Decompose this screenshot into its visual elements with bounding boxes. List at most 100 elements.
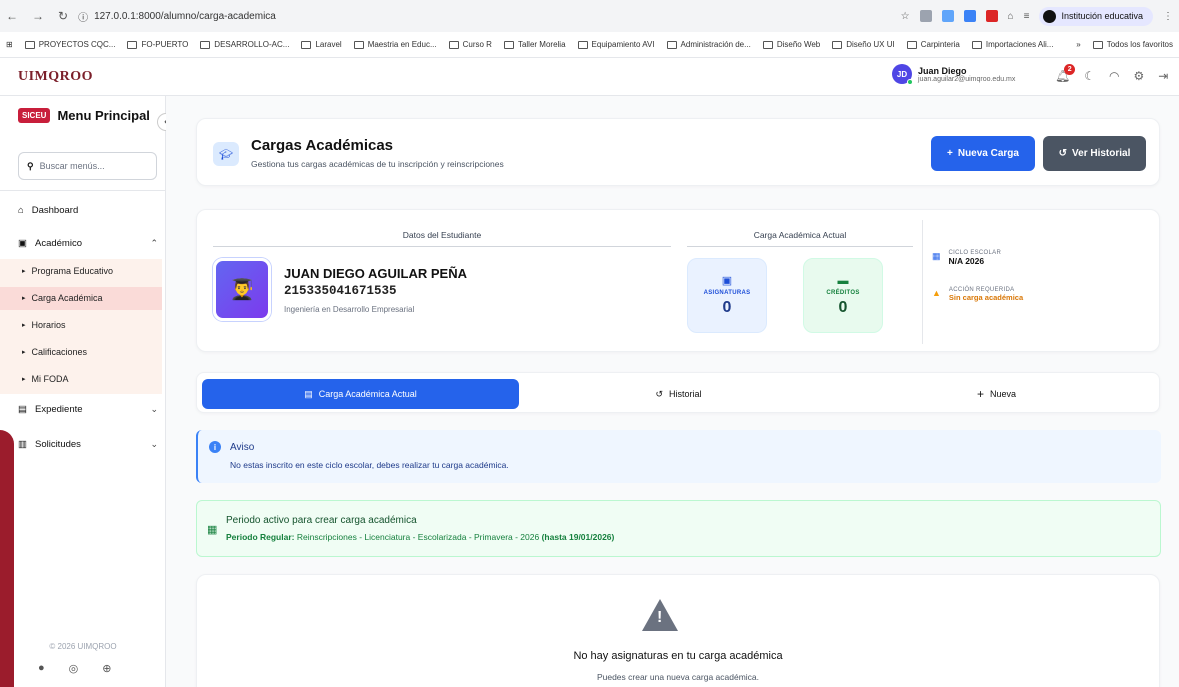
cycle-info: ▦ CICLO ESCOLAR N/A 2026 bbox=[932, 250, 1001, 266]
bookmark-item[interactable]: DESARROLLO-AC... bbox=[200, 40, 289, 49]
headset-icon[interactable]: ◠ bbox=[1109, 69, 1119, 83]
globe-icon[interactable]: ⊕ bbox=[102, 662, 111, 675]
credits-label: CRÉDITOS bbox=[826, 289, 860, 296]
sidebar-item-academico[interactable]: ▣ Académico ⌃ bbox=[18, 238, 158, 249]
bookmark-list: PROYECTOS CQC... FO-PUERTO DESARROLLO-AC..… bbox=[24, 40, 1053, 49]
browser-toolbar: ← → ↻ ⓘ 127.0.0.1:8000/alumno/carga-acad… bbox=[0, 0, 1179, 32]
sidebar-subitem-label: Horarios bbox=[31, 320, 66, 330]
clipboard-icon: ▥ bbox=[18, 439, 27, 450]
puzzle-icon[interactable]: ⌂ bbox=[1008, 11, 1014, 22]
tab-label: Nueva bbox=[990, 389, 1017, 399]
bookmark-item[interactable]: Laravel bbox=[301, 40, 342, 49]
divider bbox=[0, 190, 166, 191]
back-icon[interactable]: ← bbox=[6, 9, 18, 23]
bookmarks-more[interactable]: » bbox=[1076, 40, 1080, 49]
url-text: 127.0.0.1:8000/alumno/carga-academica bbox=[94, 10, 276, 22]
sidebar-subitem[interactable]: ▸ Horarios bbox=[22, 320, 66, 330]
address-bar[interactable]: ⓘ 127.0.0.1:8000/alumno/carga-academica bbox=[78, 9, 276, 24]
bookmark-item[interactable]: Carpinteria bbox=[906, 40, 960, 49]
bookmark-item[interactable]: FO-PUERTO bbox=[127, 40, 188, 49]
folder-icon bbox=[448, 40, 459, 49]
user-email: juan.aguilar2@uimqroo.edu.mx bbox=[918, 75, 1016, 83]
bookmark-item[interactable]: PROYECTOS CQC... bbox=[24, 40, 115, 49]
page-subtitle: Gestiona tus cargas académicas de tu ins… bbox=[251, 159, 504, 169]
view-history-button[interactable]: ↺ Ver Historial bbox=[1043, 136, 1146, 171]
bookmark-label: Carpinteria bbox=[920, 40, 960, 49]
sidebar-subitem-label: Mi FODA bbox=[31, 374, 69, 384]
all-bookmarks[interactable]: Todos los favoritos bbox=[1092, 40, 1173, 49]
caret-right-icon: ▸ bbox=[22, 349, 26, 356]
bookmark-label: FO-PUERTO bbox=[141, 40, 189, 49]
user-menu[interactable]: JD Juan Diego juan.aguilar2@uimqroo.edu.… bbox=[892, 64, 1016, 85]
tab-new[interactable]: + Nueva bbox=[838, 379, 1155, 409]
sidebar-subitem[interactable]: ▸ Carga Académica bbox=[22, 293, 103, 303]
bookmark-label: Diseño Web bbox=[776, 40, 821, 49]
instagram-icon[interactable]: ◎ bbox=[69, 662, 79, 675]
star-icon[interactable]: ☆ bbox=[901, 11, 910, 22]
sidebar-subitem[interactable]: ▸ Programa Educativo bbox=[22, 266, 113, 276]
sidebar-subitem[interactable]: ▸ Calificaciones bbox=[22, 347, 87, 357]
profile-button[interactable]: Institución educativa bbox=[1039, 6, 1153, 26]
moon-icon[interactable]: ☾ bbox=[1084, 69, 1095, 83]
bookmark-item[interactable]: Equipamiento AVI bbox=[577, 40, 655, 49]
period-text: Reinscripciones - Licenciatura - Escolar… bbox=[296, 532, 540, 542]
sidebar: SICEU Menu Principal ⚲ Buscar menús... ⌂… bbox=[0, 96, 166, 687]
extension-icon[interactable] bbox=[941, 10, 954, 22]
gear-icon[interactable]: ⚙ bbox=[1133, 69, 1144, 83]
bookmark-item[interactable]: Diseño Web bbox=[762, 40, 821, 49]
notice-title: Aviso bbox=[230, 442, 255, 453]
logo[interactable]: UIMQROO bbox=[18, 69, 93, 85]
menu-dots-icon[interactable]: ⋮ bbox=[1163, 11, 1173, 22]
bookmark-label: Diseño UX UI bbox=[846, 40, 895, 49]
load-section-label: Carga Académica Actual bbox=[753, 230, 847, 240]
sidebar-item-dashboard[interactable]: ⌂ Dashboard bbox=[18, 205, 158, 216]
notification-badge: 2 bbox=[1064, 64, 1076, 75]
period-alert: ▦ Periodo activo para crear carga académ… bbox=[196, 500, 1161, 557]
sidebar-subitem-label: Carga Académica bbox=[31, 293, 103, 303]
bookmark-item[interactable]: Taller Morelia bbox=[503, 40, 566, 49]
reading-list-icon[interactable]: ≡ bbox=[1024, 11, 1030, 22]
extension-icon[interactable] bbox=[985, 10, 998, 22]
new-load-button[interactable]: + Nueva Carga bbox=[931, 136, 1035, 171]
sidebar-subitem[interactable]: ▸ Mi FODA bbox=[22, 374, 69, 384]
bookmark-item[interactable]: Curso R bbox=[448, 40, 492, 49]
period-prefix: Periodo Regular: bbox=[226, 532, 295, 542]
bookmark-item[interactable]: Diseño UX UI bbox=[832, 40, 895, 49]
bookmark-label: Administración de... bbox=[680, 40, 751, 49]
extension-icon[interactable] bbox=[919, 10, 932, 22]
avatar-initials: JD bbox=[896, 69, 908, 79]
student-program: Ingeniería en Desarrollo Empresarial bbox=[284, 305, 415, 314]
apps-icon[interactable]: ⊞ bbox=[6, 40, 13, 49]
divider bbox=[922, 220, 923, 344]
forward-icon[interactable]: → bbox=[32, 9, 44, 23]
profile-icon bbox=[1043, 9, 1057, 23]
credits-stat: ▬ CRÉDITOS 0 bbox=[803, 258, 883, 333]
student-avatar: 👨‍🎓︎ bbox=[213, 258, 271, 321]
tab-current-load[interactable]: ▤ Carga Académica Actual bbox=[202, 379, 519, 409]
graduation-cap-icon: 🎓︎ bbox=[213, 142, 239, 166]
bell-icon[interactable]: 🔔︎ 2 bbox=[1055, 64, 1076, 83]
profile-label: Institución educativa bbox=[1061, 11, 1143, 21]
sidebar-item-expediente[interactable]: ▤ Expediente ⌄ bbox=[18, 404, 158, 415]
bookmark-item[interactable]: Administración de... bbox=[666, 40, 751, 49]
search-input[interactable]: ⚲ Buscar menús... bbox=[18, 152, 157, 180]
file-icon: ▤ bbox=[18, 404, 27, 415]
extension-icon[interactable] bbox=[963, 10, 976, 22]
social-links: ● ◎ ⊕ bbox=[38, 662, 111, 675]
chevron-up-icon: ⌃ bbox=[150, 238, 158, 248]
warning-exclamation: ! bbox=[657, 609, 663, 626]
sidebar-item-label: Expediente bbox=[34, 404, 83, 415]
github-icon[interactable]: ● bbox=[38, 662, 45, 675]
avatar: JD bbox=[892, 64, 913, 85]
bookmark-item[interactable]: Importaciones Ali... bbox=[971, 40, 1053, 49]
sidebar-item-solicitudes[interactable]: ▥ Solicitudes ⌄ bbox=[18, 439, 158, 450]
caret-right-icon: ▸ bbox=[22, 376, 26, 383]
notice-alert: i Aviso No estas inscrito en este ciclo … bbox=[196, 430, 1161, 483]
period-detail: Periodo Regular: Reinscripciones - Licen… bbox=[226, 532, 614, 542]
logout-icon[interactable]: ⇥ bbox=[1158, 69, 1168, 83]
tab-history[interactable]: ↺ Historial bbox=[520, 379, 837, 409]
credit-card-icon: ▬ bbox=[837, 274, 849, 287]
bookmark-item[interactable]: Maestria en Educ... bbox=[353, 40, 437, 49]
site-info-icon[interactable]: ⓘ bbox=[78, 9, 88, 24]
reload-icon[interactable]: ↻ bbox=[58, 9, 68, 23]
